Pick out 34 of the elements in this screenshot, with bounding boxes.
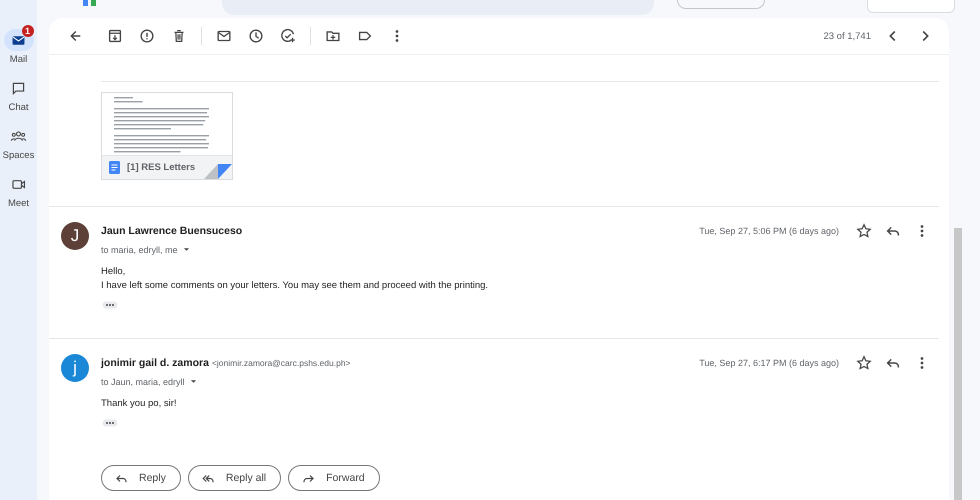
forward-button[interactable]: Forward [288, 465, 380, 491]
show-trimmed-icon[interactable] [102, 301, 118, 309]
message-counter: 23 of 1,741 [823, 30, 871, 42]
message-text: Thank you po, sir! [101, 397, 177, 411]
nav-item[interactable]: Chat [4, 77, 34, 113]
attachment-name: [1] RES Letters [127, 162, 196, 173]
message-text: I have left some comments on your letters. You may see them and proceed with the printing. [101, 279, 488, 293]
nav-item[interactable]: Meet [4, 173, 34, 209]
avatar: J [61, 222, 89, 250]
message-date: Tue, Sep 27, 6:17 PM (6 days ago) [699, 358, 839, 368]
star-icon[interactable] [854, 354, 872, 372]
nav-item[interactable]: Spaces [2, 125, 34, 161]
avatar: j [61, 354, 89, 382]
sender-email: <jonimir.zamora@carc.pshs.edu.ph> [212, 358, 351, 368]
message-date: Tue, Sep 27, 5:06 PM (6 days ago) [699, 226, 839, 236]
document-icon [109, 161, 120, 174]
archive-icon[interactable] [106, 27, 124, 45]
scrollbar[interactable] [954, 228, 962, 500]
star-icon[interactable] [854, 222, 872, 240]
show-trimmed-icon[interactable] [102, 419, 118, 427]
logo-icon [83, 0, 96, 6]
add-task-icon[interactable] [279, 27, 297, 45]
recipients: to maria, edryll, me [101, 244, 178, 254]
unread-badge: 1 [22, 25, 34, 37]
reply-button[interactable]: Reply [101, 465, 181, 491]
page-fold-icon [204, 164, 232, 179]
attachment-footer[interactable]: [1] RES Letters [102, 155, 232, 179]
message-text: Hello, [101, 265, 126, 279]
sender-name: jonimir gail d. zamora [101, 357, 209, 369]
snooze-icon[interactable] [247, 27, 265, 45]
recipients: to Jaun, maria, edryll [101, 376, 185, 386]
report-icon[interactable] [138, 27, 156, 45]
reply-all-button[interactable]: Reply all [188, 465, 282, 491]
sender-name: Jaun Lawrence Buensuceso [101, 225, 242, 237]
